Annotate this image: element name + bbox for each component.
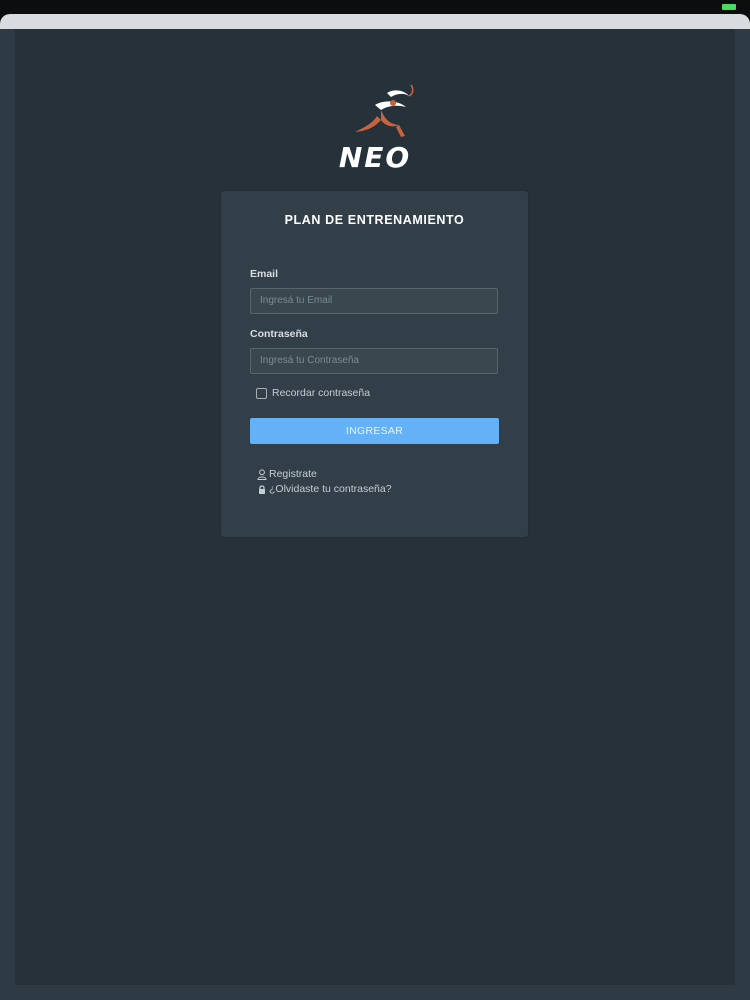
user-icon (257, 468, 267, 480)
email-label: Email (250, 268, 279, 280)
status-bar (0, 0, 750, 14)
email-field[interactable]: Ingresá tu Email (250, 288, 498, 314)
password-label: Contraseña (250, 328, 308, 340)
submit-button[interactable]: INGRESAR (250, 418, 499, 444)
forgot-password-label[interactable]: ¿Olvidaste tu contraseña? (269, 483, 392, 495)
battery-icon (722, 4, 736, 10)
runner-logo-icon (355, 84, 414, 137)
app-sheet: NEO PLAN DE ENTRENAMIENTO Email Ingresá … (0, 14, 750, 1000)
register-link[interactable]: Registrate (257, 467, 317, 481)
login-page: NEO PLAN DE ENTRENAMIENTO Email Ingresá … (15, 29, 735, 985)
register-label[interactable]: Registrate (269, 468, 317, 480)
remember-label[interactable]: Recordar contraseña (272, 387, 370, 399)
card-title: PLAN DE ENTRENAMIENTO (284, 213, 465, 227)
logo-text: NEO (339, 141, 411, 169)
remember-row[interactable]: Recordar contraseña (256, 385, 370, 401)
forgot-password-link[interactable]: ¿Olvidaste tu contraseña? (257, 482, 392, 496)
lock-icon (259, 484, 265, 494)
remember-checkbox[interactable] (256, 387, 267, 399)
login-card: PLAN DE ENTRENAMIENTO Email Ingresá tu E… (221, 191, 528, 537)
password-field[interactable]: Ingresá tu Contraseña (250, 348, 498, 374)
neo-logo: NEO (339, 84, 414, 169)
app-frame: NEO PLAN DE ENTRENAMIENTO Email Ingresá … (0, 29, 750, 1000)
